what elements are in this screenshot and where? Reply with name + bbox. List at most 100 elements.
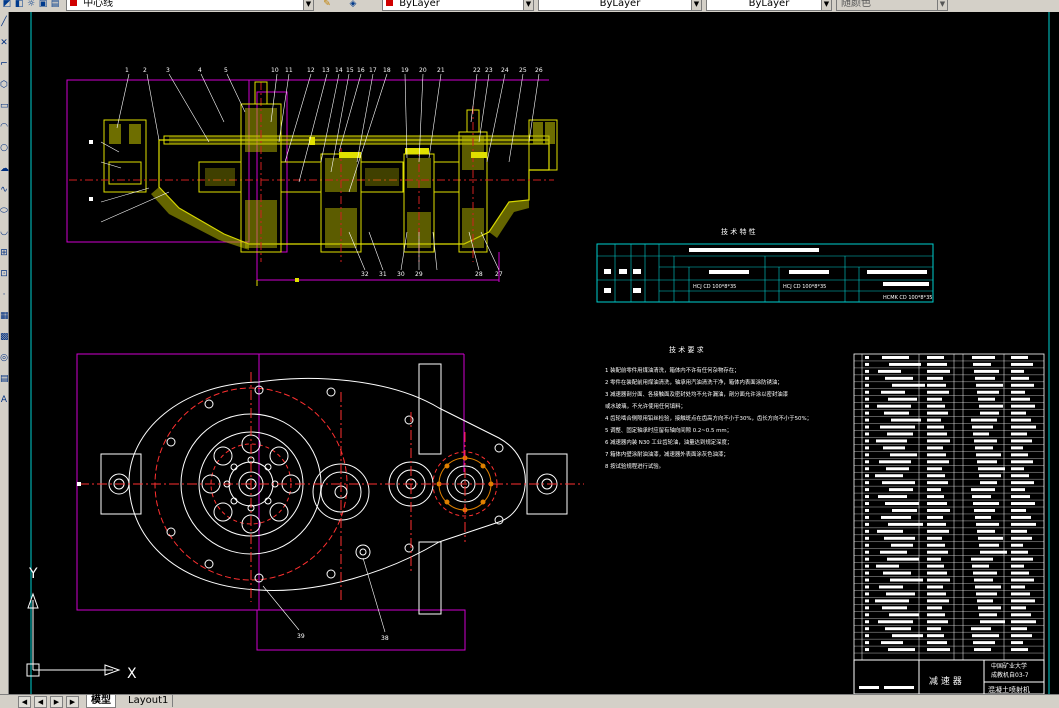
balloon-label: 26 xyxy=(535,67,543,74)
ucs-icon: Y X xyxy=(26,566,137,682)
layer-state-icon[interactable]: ◩ xyxy=(2,0,12,9)
plotstyle-control-dropdown[interactable]: 随颜色 ▼ xyxy=(836,0,948,11)
layer-dropdown[interactable]: 中心线 ▼ xyxy=(66,0,314,11)
balloon-label: 22 xyxy=(473,67,481,74)
balloon-label: 11 xyxy=(285,67,293,74)
balloon-label: 23 xyxy=(485,67,493,74)
prev-tab-icon[interactable]: ◀ xyxy=(34,696,47,708)
line-tool-icon[interactable]: ╱ xyxy=(0,12,8,33)
balloon-label: 17 xyxy=(369,67,377,74)
make-block-icon[interactable]: ⊡ xyxy=(0,264,8,285)
table-tool-icon[interactable]: ▤ xyxy=(0,369,9,390)
title-block: 减 速 器 中国矿业大学 成教机自03-7 混凝土喷射机 xyxy=(853,659,1045,694)
linetype-control-dropdown[interactable]: ByLayer ▼ xyxy=(538,0,702,11)
leader-label-mid: 38 xyxy=(381,635,389,642)
region-tool-icon[interactable]: ◎ xyxy=(0,348,8,369)
balloon-label: 5 xyxy=(224,67,228,74)
layout-tabs-bar: ◀ ◀ ▶ ▶ 模型 Layout1 xyxy=(0,694,1059,708)
point-tool-icon[interactable]: · xyxy=(0,285,8,306)
requirement-line: 7 箱体内壁涂耐油油漆，减速器外表面涂灰色油漆； xyxy=(605,450,729,458)
requirements-title: 技 术 要 求 xyxy=(669,345,704,354)
balloon-label: 13 xyxy=(322,67,330,74)
requirement-line: 或水玻璃，不允许使用任何填料； xyxy=(605,402,686,410)
balloon-label: 28 xyxy=(475,271,483,278)
insert-block-icon[interactable]: ⊞ xyxy=(0,243,8,264)
requirement-line: 8 按试验规程进行试验。 xyxy=(605,462,664,470)
balloon-label: 31 xyxy=(379,271,387,278)
ellipse-tool-icon[interactable]: ⬭ xyxy=(0,201,8,222)
balloon-label: 30 xyxy=(397,271,405,278)
color-swatch xyxy=(386,0,393,6)
tab-layout1[interactable]: Layout1 xyxy=(124,695,174,707)
lineweight-control-dropdown[interactable]: ByLayer ▼ xyxy=(706,0,832,11)
cad-drawing: 1 2 3 4 5 10 11 12 13 14 15 16 17 18 19 … xyxy=(26,12,1050,694)
chevron-down-icon[interactable]: ▼ xyxy=(821,0,831,10)
title-block-name: 减 速 器 xyxy=(929,675,962,687)
requirements-block: 技 术 要 求 1 装配前零件用煤油清洗，箱体内不许有任何杂物存在； 2 零件在… xyxy=(605,345,812,470)
title-block-product: 混凝土喷射机 xyxy=(988,685,1030,694)
balloon-label: 29 xyxy=(415,271,423,278)
spline-tool-icon[interactable]: ∿ xyxy=(0,180,8,201)
drawing-canvas[interactable]: 1 2 3 4 5 10 11 12 13 14 15 16 17 18 19 … xyxy=(9,12,1059,694)
lock-icon[interactable]: ▣ xyxy=(38,0,48,9)
requirement-line: 2 零件在装配前用煤油清洗，轴承用汽油清洗干净，箱体内表面涂防锈油； xyxy=(605,378,783,386)
spec-title: 技 术 特 性 xyxy=(721,227,756,236)
chevron-down-icon[interactable]: ▼ xyxy=(523,0,533,10)
balloon-label: 12 xyxy=(307,67,315,74)
requirement-line: 5 调整、固定轴承时应留有轴向间隙 0.2~0.5 mm； xyxy=(605,426,732,434)
spec-table: 技 术 特 性 HCJ CD 100*8*35 HCJ CD 100*8*35 … xyxy=(596,227,934,303)
balloon-label: 20 xyxy=(419,67,427,74)
layer-color-swatch xyxy=(70,0,77,6)
polygon-tool-icon[interactable]: ⬡ xyxy=(0,75,8,96)
balloon-label: 1 xyxy=(125,67,129,74)
color-control-dropdown[interactable]: ByLayer ▼ xyxy=(382,0,534,11)
mtext-tool-icon[interactable]: A xyxy=(0,390,8,411)
balloon-label: 3 xyxy=(166,67,170,74)
balloon-label: 27 xyxy=(495,271,503,278)
spec-cell: HCJ CD 100*8*35 xyxy=(783,284,826,290)
rectangle-tool-icon[interactable]: ▭ xyxy=(0,96,9,117)
balloon-label: 24 xyxy=(501,67,509,74)
arc-tool-icon[interactable]: ◠ xyxy=(0,117,8,138)
layer-previous-icon[interactable]: ◧ xyxy=(14,0,24,9)
plot-icon[interactable]: ▤ xyxy=(50,0,60,9)
balloon-label: 2 xyxy=(143,67,147,74)
ellipse-arc-tool-icon[interactable]: ◡ xyxy=(0,222,8,243)
tab-model[interactable]: 模型 xyxy=(86,695,116,708)
balloon-label: 16 xyxy=(357,67,365,74)
parts-list xyxy=(853,353,1045,661)
balloon-label: 32 xyxy=(361,271,369,278)
hatch-tool-icon[interactable]: ▦ xyxy=(0,306,9,327)
draw-toolbar: ╱ ✕ ⌐ ⬡ ▭ ◠ ○ ☁ ∿ ⬭ ◡ ⊞ ⊡ · ▦ ▩ ◎ ▤ A xyxy=(0,12,9,694)
chevron-down-icon[interactable]: ▼ xyxy=(937,0,947,10)
chevron-down-icon[interactable]: ▼ xyxy=(691,0,701,10)
cloud-tool-icon[interactable]: ☁ xyxy=(0,159,9,180)
last-tab-icon[interactable]: ▶ xyxy=(66,696,79,708)
balloon-label: 14 xyxy=(335,67,343,74)
balloon-label: 18 xyxy=(383,67,391,74)
polyline-tool-icon[interactable]: ⌐ xyxy=(0,54,8,75)
leader-label-left: 39 xyxy=(297,633,305,640)
plan-view: 39 38 xyxy=(76,353,584,651)
balloon-label: 25 xyxy=(519,67,527,74)
requirement-line: 1 装配前零件用煤油清洗，箱体内不许有任何杂物存在； xyxy=(605,366,740,374)
freeze-icon[interactable]: ☼ xyxy=(26,0,36,9)
balloon-label: 10 xyxy=(271,67,279,74)
next-tab-icon[interactable]: ▶ xyxy=(50,696,63,708)
xline-tool-icon[interactable]: ✕ xyxy=(0,33,8,54)
requirement-line: 6 减速器内装 N30 工业齿轮油，油量达到规定深度； xyxy=(605,438,732,446)
spec-cell: HCMK CD 100*8*35 xyxy=(883,295,932,301)
make-current-icon[interactable]: ✎ xyxy=(322,0,332,9)
balloon-label: 4 xyxy=(198,67,202,74)
title-block-class: 成教机自03-7 xyxy=(991,671,1029,679)
circle-tool-icon[interactable]: ○ xyxy=(0,138,8,159)
ucs-x-label: X xyxy=(127,666,137,682)
balloon-label: 15 xyxy=(346,67,354,74)
spec-cell: HCJ CD 100*8*35 xyxy=(693,284,736,290)
layer-previous-button-icon[interactable]: ◈ xyxy=(348,0,358,9)
requirement-line: 4 齿轮啮合侧隙用铅丝检验，接触斑点在齿高方向不小于30%，齿长方向不小于50%… xyxy=(605,414,812,422)
title-block-school: 中国矿业大学 xyxy=(991,662,1027,670)
first-tab-icon[interactable]: ◀ xyxy=(18,696,31,708)
gradient-tool-icon[interactable]: ▩ xyxy=(0,327,9,348)
chevron-down-icon[interactable]: ▼ xyxy=(303,0,313,10)
